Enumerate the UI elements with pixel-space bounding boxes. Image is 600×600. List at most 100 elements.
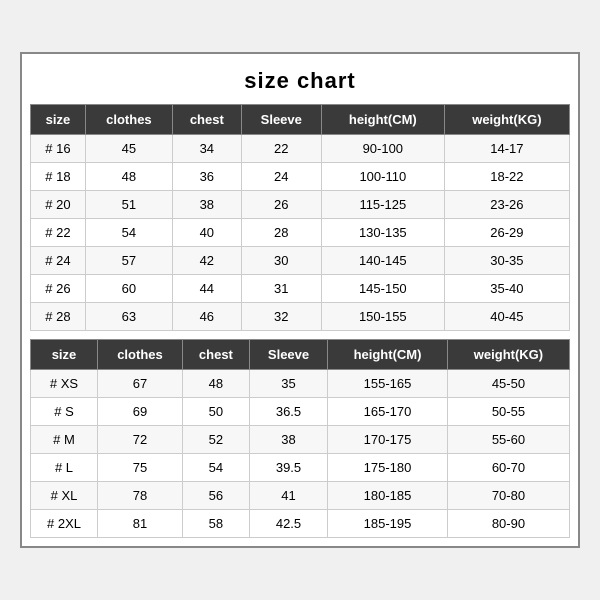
table-cell: 38 (172, 191, 241, 219)
table-cell: # XL (31, 482, 98, 510)
table-cell: 45-50 (447, 370, 569, 398)
table-cell: 60 (85, 275, 172, 303)
table-cell: # L (31, 454, 98, 482)
table-cell: 46 (172, 303, 241, 331)
table-cell: # XS (31, 370, 98, 398)
table-cell: 185-195 (328, 510, 448, 538)
table-row: # 2XL815842.5185-19580-90 (31, 510, 570, 538)
table-2: sizeclotheschestSleeveheight(CM)weight(K… (30, 339, 570, 538)
table-cell: 115-125 (321, 191, 444, 219)
header-cell: size (31, 105, 86, 135)
header-cell: Sleeve (249, 340, 327, 370)
table-cell: 18-22 (444, 163, 569, 191)
table-cell: 35-40 (444, 275, 569, 303)
table-cell: # 16 (31, 135, 86, 163)
table-row: # S695036.5165-17050-55 (31, 398, 570, 426)
table-cell: # 28 (31, 303, 86, 331)
table-cell: 30-35 (444, 247, 569, 275)
table-row: # 22544028130-13526-29 (31, 219, 570, 247)
table-cell: 60-70 (447, 454, 569, 482)
table-row: # 24574230140-14530-35 (31, 247, 570, 275)
table-cell: 72 (97, 426, 182, 454)
table-cell: 58 (182, 510, 249, 538)
table-cell: 22 (241, 135, 321, 163)
table-row: # 28634632150-15540-45 (31, 303, 570, 331)
chart-container: size chart sizeclotheschestSleeveheight(… (20, 52, 580, 548)
table-cell: # M (31, 426, 98, 454)
table-cell: 32 (241, 303, 321, 331)
table-row: # 20513826115-12523-26 (31, 191, 570, 219)
header-cell: chest (182, 340, 249, 370)
chart-title: size chart (22, 54, 578, 104)
table-cell: 28 (241, 219, 321, 247)
table-cell: 38 (249, 426, 327, 454)
table-cell: 26-29 (444, 219, 569, 247)
table-cell: 51 (85, 191, 172, 219)
table-cell: 42 (172, 247, 241, 275)
table-row: # XS674835155-16545-50 (31, 370, 570, 398)
table-cell: 67 (97, 370, 182, 398)
table-cell: # 20 (31, 191, 86, 219)
table-cell: # S (31, 398, 98, 426)
table-cell: 26 (241, 191, 321, 219)
table-cell: 70-80 (447, 482, 569, 510)
table-cell: 45 (85, 135, 172, 163)
table-cell: 50-55 (447, 398, 569, 426)
table-cell: 35 (249, 370, 327, 398)
table-cell: # 24 (31, 247, 86, 275)
header-cell: chest (172, 105, 241, 135)
table-cell: 145-150 (321, 275, 444, 303)
header-cell: height(CM) (328, 340, 448, 370)
table-cell: 165-170 (328, 398, 448, 426)
table-cell: 57 (85, 247, 172, 275)
table-cell: 63 (85, 303, 172, 331)
table-cell: 31 (241, 275, 321, 303)
table-cell: 52 (182, 426, 249, 454)
table-cell: 155-165 (328, 370, 448, 398)
table-cell: # 2XL (31, 510, 98, 538)
table-cell: 90-100 (321, 135, 444, 163)
header-cell: height(CM) (321, 105, 444, 135)
table-cell: 41 (249, 482, 327, 510)
table-cell: 130-135 (321, 219, 444, 247)
table-row: # 26604431145-15035-40 (31, 275, 570, 303)
table-cell: 78 (97, 482, 182, 510)
table-cell: 140-145 (321, 247, 444, 275)
header-cell: weight(KG) (447, 340, 569, 370)
table1-header-row: sizeclotheschestSleeveheight(CM)weight(K… (31, 105, 570, 135)
table-row: # L755439.5175-18060-70 (31, 454, 570, 482)
table-row: # XL785641180-18570-80 (31, 482, 570, 510)
table-cell: 34 (172, 135, 241, 163)
table-cell: # 18 (31, 163, 86, 191)
table-cell: 40 (172, 219, 241, 247)
table-cell: 24 (241, 163, 321, 191)
table-cell: 39.5 (249, 454, 327, 482)
header-cell: clothes (97, 340, 182, 370)
table-cell: 44 (172, 275, 241, 303)
table-cell: # 22 (31, 219, 86, 247)
table-cell: 54 (85, 219, 172, 247)
table-row: # M725238170-17555-60 (31, 426, 570, 454)
table-cell: 80-90 (447, 510, 569, 538)
table-cell: 50 (182, 398, 249, 426)
header-cell: Sleeve (241, 105, 321, 135)
table-cell: 81 (97, 510, 182, 538)
table-cell: 175-180 (328, 454, 448, 482)
table-cell: 150-155 (321, 303, 444, 331)
table-cell: 48 (182, 370, 249, 398)
table-cell: 180-185 (328, 482, 448, 510)
table-cell: 36.5 (249, 398, 327, 426)
header-cell: size (31, 340, 98, 370)
table-cell: 56 (182, 482, 249, 510)
table-cell: 69 (97, 398, 182, 426)
header-cell: weight(KG) (444, 105, 569, 135)
section-2: sizeclotheschestSleeveheight(CM)weight(K… (22, 339, 578, 546)
table-cell: 36 (172, 163, 241, 191)
table-cell: 42.5 (249, 510, 327, 538)
table-cell: 14-17 (444, 135, 569, 163)
table-cell: # 26 (31, 275, 86, 303)
table-row: # 1645342290-10014-17 (31, 135, 570, 163)
table-cell: 75 (97, 454, 182, 482)
section-1: sizeclotheschestSleeveheight(CM)weight(K… (22, 104, 578, 339)
table-cell: 23-26 (444, 191, 569, 219)
